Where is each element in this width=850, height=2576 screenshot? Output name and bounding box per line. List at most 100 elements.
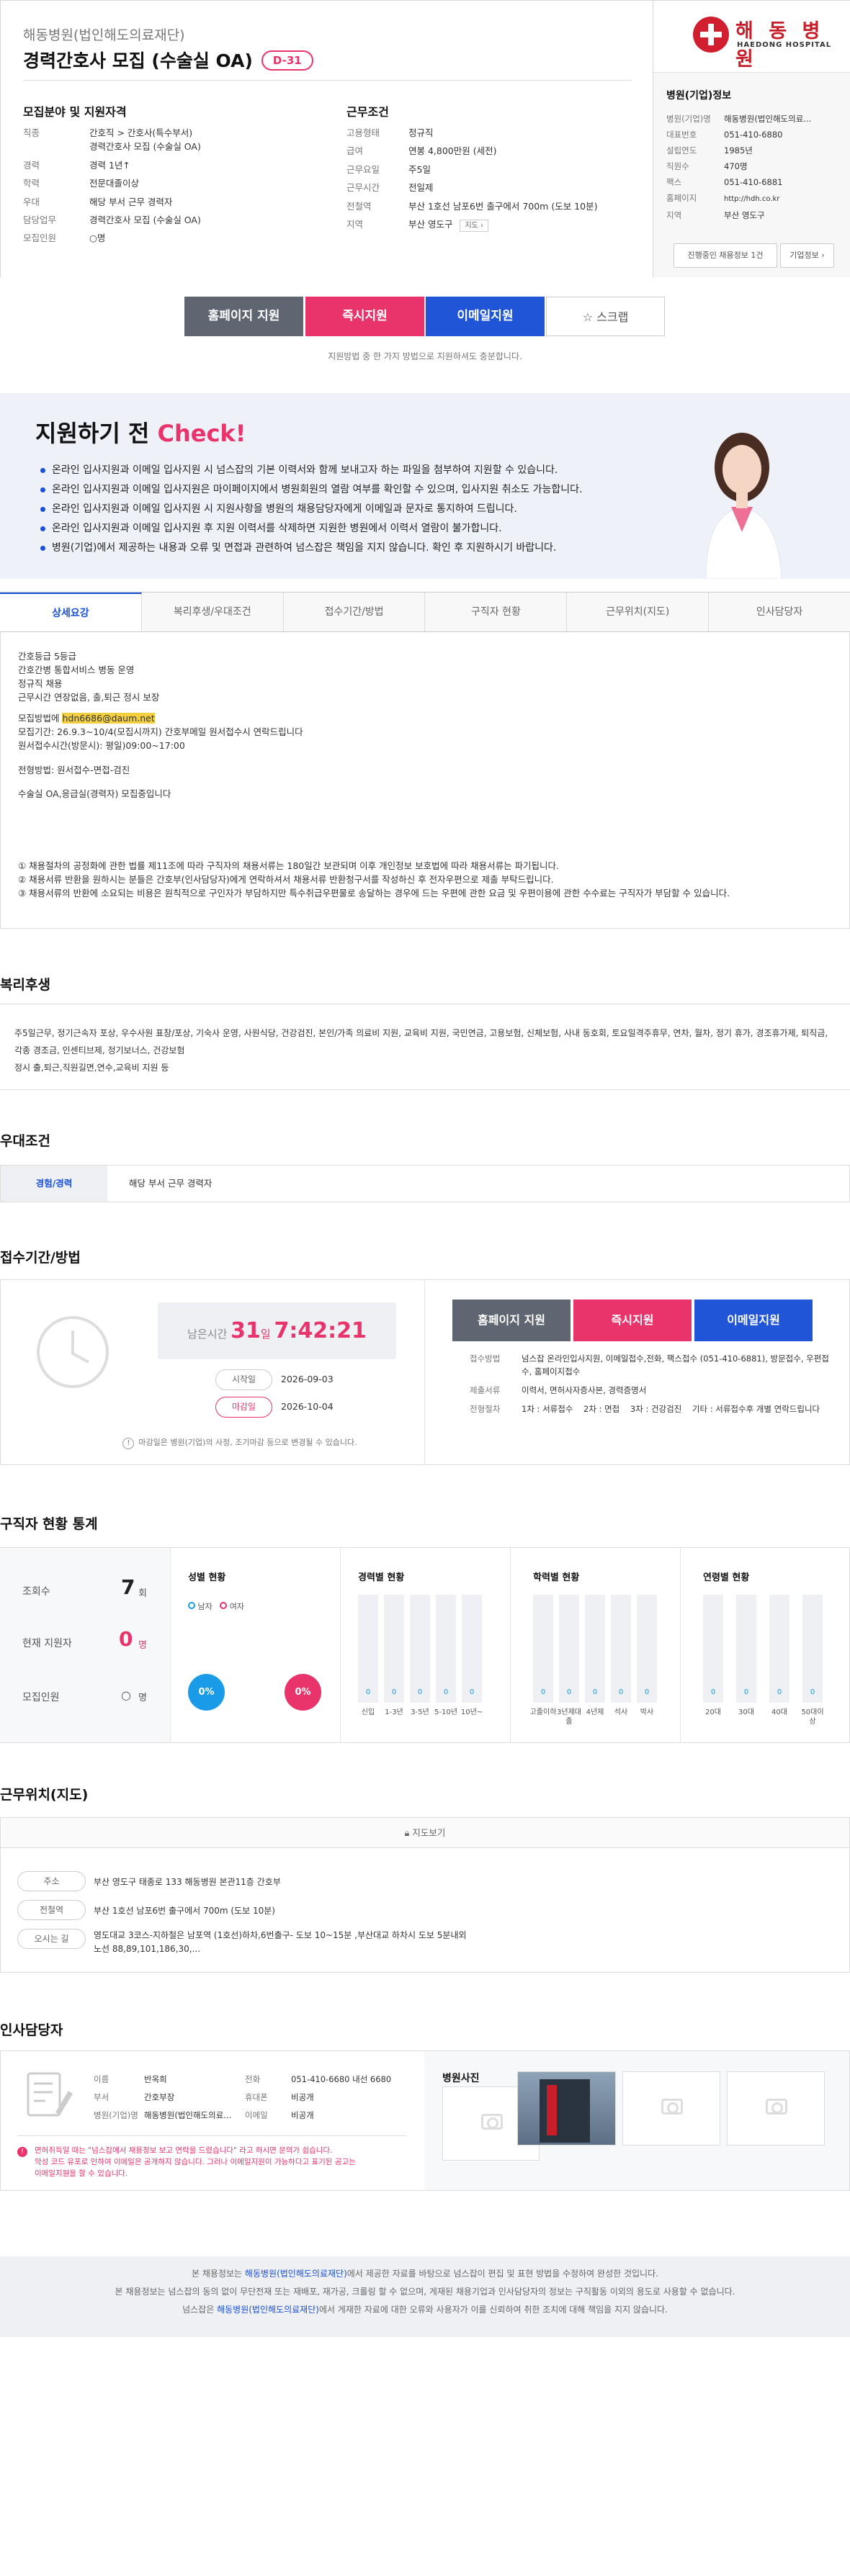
hospital-photo-title: 병원사진 <box>442 2073 480 2084</box>
career-bar <box>462 1595 482 1703</box>
age-bar <box>703 1595 723 1703</box>
footer-hospital-link-2[interactable]: 해동병원(법인해도의료재단) <box>217 2305 319 2315</box>
email-apply-button-2[interactable]: 이메일지원 <box>694 1300 813 1341</box>
start-date: 2026-09-03 <box>281 1374 334 1384</box>
welfare-title: 복리후생 <box>0 977 50 993</box>
star-icon: ☆ <box>582 310 594 324</box>
hospital-row: 병원(기업)명 해동병원(법인해도의료... <box>666 114 812 124</box>
map-link-button[interactable]: 지도 › <box>460 219 489 233</box>
address: 부산 영도구 태종로 133 해동병원 본관11층 간호부 <box>94 1877 281 1887</box>
career-bar-label: 5-10년 <box>434 1708 457 1716</box>
education-bar-value: 0 <box>644 1688 650 1696</box>
check-item: 온라인 입사지원과 이메일 입사지원 후 지원 이력서를 삭제하면 지원한 병원… <box>40 519 583 539</box>
gender-stats: 성별 현황 남자 여자 0% 0% <box>171 1548 341 1742</box>
age-bar-value: 0 <box>777 1688 782 1696</box>
document-icon <box>27 2072 73 2117</box>
age-bar <box>802 1595 823 1703</box>
education-bar-value: 0 <box>566 1688 572 1696</box>
age-bar-value: 0 <box>743 1688 749 1696</box>
hospital-row: 홈페이지 http://hdh.co.kr <box>666 193 780 203</box>
education-bar-label: 박사 <box>640 1708 654 1716</box>
cond-row: 고용형태 정규직 <box>346 127 434 138</box>
career-bar <box>384 1595 404 1703</box>
education-bar-label: 석사 <box>614 1708 628 1716</box>
location-title: 근무위치(지도) <box>0 1787 89 1803</box>
homepage-link[interactable]: http://hdh.co.kr <box>724 195 779 203</box>
homepage-apply-button[interactable]: 홈페이지 지원 <box>184 297 303 336</box>
tab-detail[interactable]: 상세요강 <box>0 593 142 631</box>
hospital-logo[interactable]: 해 동 병 원 HAEDONG HOSPITAL <box>653 1 850 73</box>
age-bar <box>769 1595 789 1703</box>
age-stats: 연령별 현황 0 20대 0 30대 0 40대 0 50대이상 <box>681 1548 849 1742</box>
detail-tabs: 상세요강 복리후생/우대조건 접수기간/방법 구직자 현황 근무위치(지도) 인… <box>0 592 850 632</box>
info-icon: ! <box>122 1438 135 1449</box>
cond-row: 근무시간 전일제 <box>346 182 434 194</box>
education-bar <box>559 1595 579 1703</box>
conditions-title: 근무조건 <box>346 105 389 119</box>
homepage-apply-button-2[interactable]: 홈페이지 지원 <box>452 1300 571 1341</box>
education-bar-label: 고졸이하 <box>529 1708 557 1716</box>
period-method-list: 접수방법 넘스잡 온라인입사지원, 이메일접수,전화, 팩스접수 (051-410… <box>470 1354 829 1414</box>
ongoing-jobs-button[interactable]: 진행중인 채용정보 1건 <box>674 243 777 268</box>
countdown-timer: 남은시간 31일 7:42:21 <box>158 1302 396 1359</box>
instant-apply-button[interactable]: 즉시지원 <box>305 297 424 336</box>
camera-icon <box>481 2114 503 2130</box>
education-bar-value: 0 <box>592 1688 598 1696</box>
education-bar-value: 0 <box>540 1688 546 1696</box>
scrap-button[interactable]: ☆ 스크랩 <box>546 297 665 336</box>
hospital-org-name[interactable]: 해동병원(법인해도의료재단) <box>23 24 185 44</box>
recruit-email[interactable]: hdn6686@daum.net <box>62 713 155 724</box>
map-view-button[interactable]: 🔒︎ 지도보기 <box>1 1818 849 1848</box>
education-bar <box>585 1595 605 1703</box>
career-bar-value: 0 <box>417 1688 423 1696</box>
male-pct-circle: 0% <box>188 1674 225 1711</box>
footer-disclaimer: 본 채용정보는 해동병원(법인해도의료재단)에서 제공한 자료를 바탕으로 넘스… <box>0 2256 850 2337</box>
hospital-cross-icon <box>693 17 729 53</box>
check-item: 온라인 입사지원과 이메일 입사지원 시 지원사항을 병원의 채용담당자에게 이… <box>40 500 583 519</box>
hospital-info-title: 병원(기업)정보 <box>666 90 732 102</box>
stats-title: 구직자 현황 통계 <box>0 1516 98 1532</box>
instant-apply-button-2[interactable]: 즉시지원 <box>573 1300 692 1341</box>
cond-row: 근무요일 주5일 <box>346 163 431 175</box>
photo-placeholder[interactable] <box>727 2071 825 2145</box>
start-date-label: 시작일 <box>215 1369 272 1390</box>
qual-row: 직종 간호직 > 간호사(특수부서) <box>23 127 193 138</box>
preference-title: 우대조건 <box>0 1133 50 1149</box>
career-bar-label: 3-5년 <box>411 1708 429 1716</box>
tab-period[interactable]: 접수기간/방법 <box>284 593 426 631</box>
career-bar-label: 1-3년 <box>385 1708 403 1716</box>
female-pct-circle: 0% <box>285 1674 321 1711</box>
career-bar-value: 0 <box>443 1688 449 1696</box>
hospital-info-list: 병원(기업)명 해동병원(법인해도의료... 대표번호 051-410-6880 설… <box>666 111 811 223</box>
stats-summary: 조회수 7 회 현재 지원자 0 명 모집인원 ○ 명 <box>0 1548 171 1742</box>
apply-notice: 지원방법 중 한 가지 방법으로 지원하셔도 충분합니다. <box>328 351 522 361</box>
education-bar <box>611 1595 631 1703</box>
photo-placeholder[interactable] <box>622 2071 720 2145</box>
station: 부산 1호선 남포6번 출구에서 700m (도보 10분) <box>94 1906 275 1916</box>
tab-welfare[interactable]: 복리후생/우대조건 <box>142 593 284 631</box>
tab-hr[interactable]: 인사담당자 <box>709 593 850 631</box>
hospital-row: 직원수 470명 <box>666 161 748 171</box>
email-apply-button[interactable]: 이메일지원 <box>426 297 545 336</box>
footer-hospital-link[interactable]: 해동병원(법인해도의료재단) <box>245 2269 347 2279</box>
hospital-photo[interactable] <box>517 2071 616 2145</box>
hospital-row: 팩스 051-410-6881 <box>666 177 783 187</box>
job-summary-main: 해동병원(법인해도의료재단) 경력간호사 모집 (수술실 OA) D-31 모집분… <box>1 1 653 277</box>
period-title: 접수기간/방법 <box>0 1250 81 1266</box>
conditions-list: 고용형태 정규직 급여 연봉 4,800만원 (세전) 근무요일 주5일 근무시간 전일… <box>346 126 642 236</box>
job-title-text: 경력간호사 모집 (수술실 OA) <box>23 50 253 71</box>
check-item: 온라인 입사지원과 이메일 입사지원 시 넘스잡의 기본 이력서와 함께 보내고… <box>40 461 583 480</box>
period-warning: ! 마감일은 병원(기업)의 사정, 조기마감 등으로 변경될 수 있습니다. <box>71 1436 409 1449</box>
company-info-button[interactable]: 기업정보 › <box>780 243 834 268</box>
tab-applicants[interactable]: 구직자 현황 <box>425 593 568 631</box>
qualification-title: 모집분야 및 지원자격 <box>23 105 127 119</box>
education-bar-label: 3년제대졸 <box>557 1708 581 1726</box>
cond-row: 전철역 부산 1호선 남포6번 출구에서 700m (도보 10분) <box>346 200 598 212</box>
tab-location[interactable]: 근무위치(지도) <box>567 593 710 631</box>
career-bar-label: 신입 <box>361 1708 375 1716</box>
end-date-label: 마감일 <box>215 1397 272 1418</box>
career-bar <box>358 1595 378 1703</box>
title-divider <box>23 80 632 81</box>
camera-icon <box>661 2099 683 2115</box>
lock-icon: 🔒︎ <box>404 1827 410 1838</box>
